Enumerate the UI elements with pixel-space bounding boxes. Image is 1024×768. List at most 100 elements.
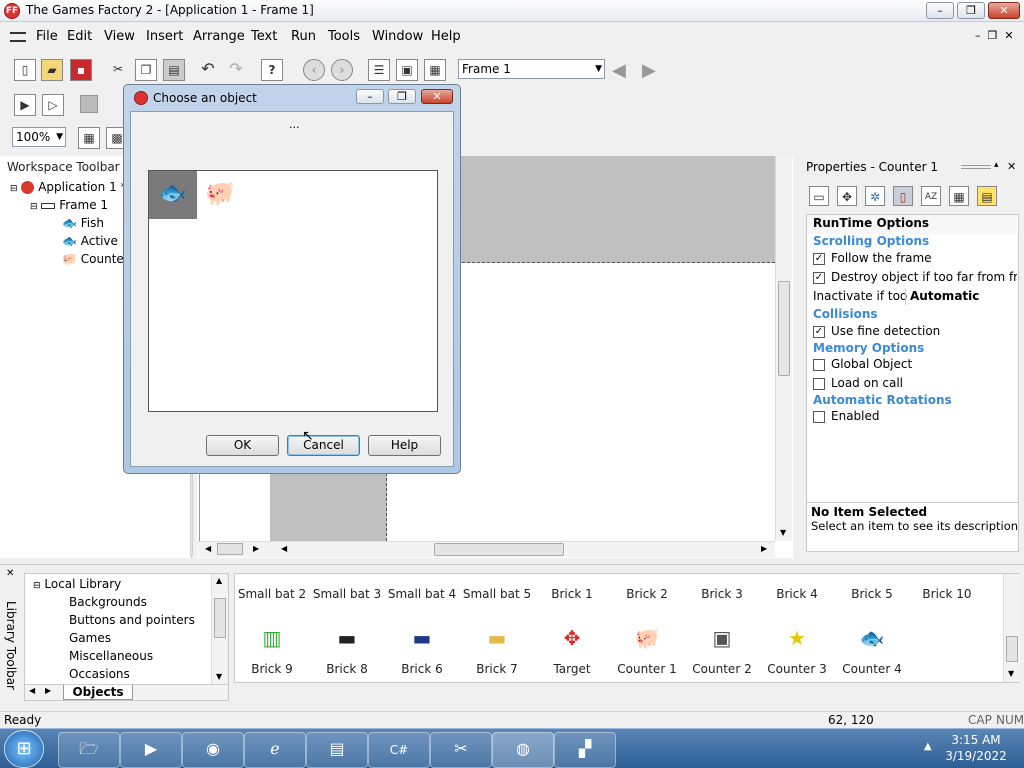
event-editor-icon[interactable]: ▦ bbox=[424, 59, 446, 81]
library-item[interactable]: Brick 4 bbox=[762, 587, 832, 601]
frame-editor-icon[interactable]: ▣ bbox=[396, 59, 418, 81]
tab-display-icon[interactable]: ▭ bbox=[809, 186, 829, 206]
help-icon[interactable]: ? bbox=[261, 59, 283, 81]
taskbar-media[interactable]: ▶ bbox=[120, 732, 182, 768]
undo-icon[interactable]: ↶ bbox=[197, 59, 219, 81]
tree-local-library[interactable]: ⊟ Local Library bbox=[33, 577, 121, 591]
tab-about-icon[interactable]: ▤ bbox=[977, 186, 997, 206]
row-follow-frame[interactable]: ✓ Follow the frame bbox=[807, 250, 1017, 267]
small-scroll-thumb[interactable] bbox=[217, 543, 243, 555]
tab-objects[interactable]: Objects bbox=[63, 685, 133, 700]
tree-item-frame[interactable]: ⊟ Frame 1 bbox=[30, 198, 108, 212]
library-item[interactable]: Brick 9 bbox=[237, 662, 307, 676]
dialog-maximize-button[interactable]: ❐ bbox=[388, 89, 416, 104]
tree-item-counter[interactable]: 🐖 Counter bbox=[62, 252, 129, 266]
library-item[interactable]: Brick 6 bbox=[387, 662, 457, 676]
panel-grip[interactable] bbox=[961, 165, 991, 169]
library-item[interactable]: Small bat 4 bbox=[387, 587, 457, 601]
library-item[interactable]: Brick 3 bbox=[687, 587, 757, 601]
panel-close-icon[interactable]: ✕ bbox=[1007, 160, 1016, 173]
row-inactivate[interactable]: Inactivate if too Automatic bbox=[807, 288, 1017, 305]
horizontal-scrollbar[interactable]: ◀ ▶ ◀ ▶ bbox=[197, 541, 775, 557]
cancel-button[interactable]: Cancel bbox=[287, 435, 360, 456]
library-item[interactable]: Brick 2 bbox=[612, 587, 682, 601]
scroll-left-icon[interactable]: ◀ bbox=[205, 544, 211, 553]
library-item[interactable]: Brick 5 bbox=[837, 587, 907, 601]
tree-scrollbar[interactable]: ▲ ▼ bbox=[211, 574, 228, 684]
enabled-checkbox[interactable] bbox=[813, 410, 825, 423]
row-destroy-object[interactable]: ✓ Destroy object if too far from fra bbox=[807, 269, 1017, 286]
tab-az-icon[interactable]: AZ bbox=[921, 186, 941, 206]
copy-icon[interactable]: ❐ bbox=[135, 59, 157, 81]
menu-arrange[interactable]: Arrange bbox=[193, 29, 245, 44]
save-icon[interactable]: ▪ bbox=[70, 59, 92, 81]
doc-menu-icon[interactable] bbox=[10, 32, 26, 42]
menu-tools[interactable]: Tools bbox=[328, 29, 360, 44]
destroy-object-checkbox[interactable]: ✓ bbox=[813, 271, 825, 284]
horizontal-scroll-thumb[interactable] bbox=[434, 543, 564, 556]
menu-text[interactable]: Text bbox=[251, 29, 277, 44]
tab-movement-icon[interactable]: ✥ bbox=[837, 186, 857, 206]
library-item[interactable]: Target bbox=[537, 662, 607, 676]
vertical-scrollbar[interactable]: ▼ bbox=[775, 156, 792, 541]
scroll-right-icon[interactable]: ▶ bbox=[253, 544, 259, 553]
forward-icon[interactable]: › bbox=[331, 59, 353, 81]
pig-object-item[interactable]: 🐖 bbox=[205, 179, 235, 207]
ok-button[interactable]: OK bbox=[206, 435, 279, 456]
close-button[interactable]: ✕ bbox=[988, 2, 1020, 19]
library-item[interactable]: Counter 3 bbox=[762, 662, 832, 676]
open-icon[interactable]: ▰ bbox=[41, 59, 63, 81]
taskbar-gamesfactory[interactable]: ◍ bbox=[492, 732, 554, 768]
scroll-down-icon[interactable]: ▼ bbox=[216, 672, 222, 681]
library-item[interactable]: Small bat 3 bbox=[312, 587, 382, 601]
tree-item-fish[interactable]: 🐟 Fish bbox=[62, 216, 104, 230]
tab-values-icon[interactable]: ▯ bbox=[893, 186, 913, 206]
fine-detection-checkbox[interactable]: ✓ bbox=[813, 325, 825, 338]
menu-run[interactable]: Run bbox=[291, 29, 316, 44]
tab-table-icon[interactable]: ▦ bbox=[949, 186, 969, 206]
library-item[interactable]: Brick 10 bbox=[912, 587, 982, 601]
scroll-down-icon[interactable]: ▼ bbox=[1008, 669, 1014, 678]
start-button[interactable]: ⊞ bbox=[4, 730, 44, 768]
library-item[interactable]: Brick 7 bbox=[462, 662, 532, 676]
tree-miscellaneous[interactable]: Miscellaneous bbox=[69, 649, 153, 663]
library-scrollbar[interactable]: ▼ bbox=[1003, 574, 1020, 682]
library-item[interactable]: Counter 1 bbox=[612, 662, 682, 676]
menu-window[interactable]: Window bbox=[372, 29, 423, 44]
run-app-icon[interactable]: ▶ bbox=[14, 94, 36, 116]
row-global-object[interactable]: Global Object bbox=[807, 356, 1017, 373]
taskbar-chrome[interactable]: ◉ bbox=[182, 732, 244, 768]
stop-icon[interactable] bbox=[80, 95, 98, 113]
taskbar-ie[interactable]: ℯ bbox=[244, 732, 306, 768]
tab-prev-icon[interactable]: ◀ bbox=[29, 686, 35, 695]
storyboard-icon[interactable]: ☰ bbox=[368, 59, 390, 81]
taskbar-notepad[interactable]: ▤ bbox=[306, 732, 368, 768]
taskbar-csharp[interactable]: C# bbox=[368, 732, 430, 768]
menu-edit[interactable]: Edit bbox=[67, 29, 92, 44]
global-object-checkbox[interactable] bbox=[813, 358, 825, 371]
library-scroll-thumb[interactable] bbox=[1006, 636, 1018, 662]
next-frame-icon[interactable]: ▶ bbox=[642, 60, 656, 81]
tree-backgrounds[interactable]: Backgrounds bbox=[69, 595, 147, 609]
taskbar-snipping[interactable]: ✂ bbox=[430, 732, 492, 768]
tree-item-application[interactable]: ⊟ Application 1 * bbox=[10, 180, 127, 194]
inactivate-value[interactable]: Automatic bbox=[905, 288, 979, 305]
row-load-on-call[interactable]: Load on call bbox=[807, 375, 1017, 392]
library-item[interactable]: Brick 1 bbox=[537, 587, 607, 601]
clock-date[interactable]: 3/19/2022 bbox=[940, 749, 1012, 763]
scroll-right-icon[interactable]: ▶ bbox=[761, 544, 767, 553]
menu-insert[interactable]: Insert bbox=[146, 29, 183, 44]
frame-select[interactable]: Frame 1 ▼ bbox=[458, 59, 605, 79]
scroll-left-icon[interactable]: ◀ bbox=[281, 544, 287, 553]
tree-occasions[interactable]: Occasions bbox=[69, 667, 130, 681]
prev-frame-icon[interactable]: ◀ bbox=[612, 60, 626, 81]
dialog-minimize-button[interactable]: – bbox=[356, 89, 384, 104]
scroll-down-icon[interactable]: ▼ bbox=[780, 528, 786, 537]
tab-next-icon[interactable]: ▶ bbox=[45, 686, 51, 695]
library-item[interactable]: Small bat 2 bbox=[237, 587, 307, 601]
run-frame-icon[interactable]: ▷ bbox=[42, 94, 64, 116]
paste-icon[interactable]: ▤ bbox=[163, 59, 185, 81]
zoom-select[interactable]: 100% ▼ bbox=[12, 127, 66, 147]
back-icon[interactable]: ‹ bbox=[303, 59, 325, 81]
cut-icon[interactable]: ✂ bbox=[107, 59, 129, 81]
